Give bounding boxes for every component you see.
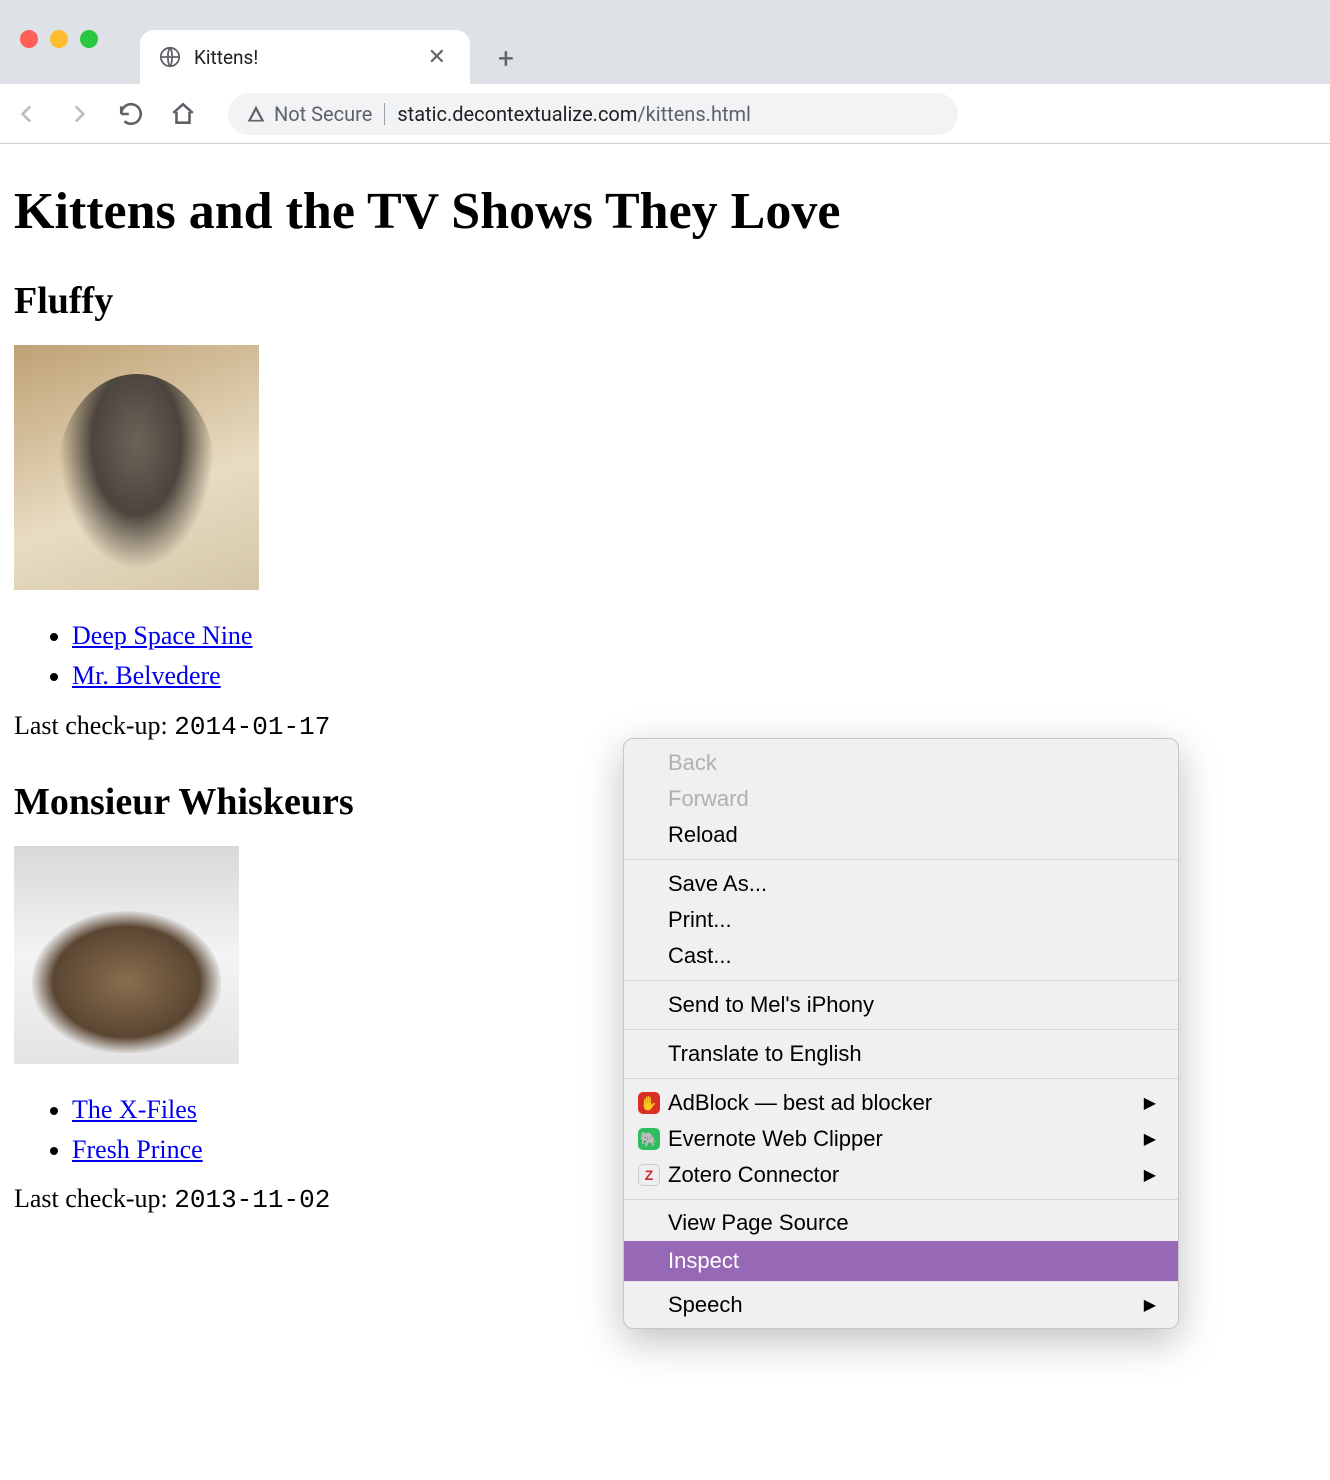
warning-icon [246, 104, 266, 124]
show-link[interactable]: The X-Files [72, 1095, 197, 1124]
forward-button[interactable] [62, 97, 96, 131]
kitten-image [14, 846, 239, 1064]
checkup-date: 2014-01-17 [174, 712, 330, 742]
chevron-right-icon: ▶ [1144, 1129, 1156, 1149]
evernote-icon: 🐘 [638, 1128, 660, 1150]
divider [384, 103, 385, 125]
context-menu-reload[interactable]: Reload [624, 817, 1178, 853]
page-title: Kittens and the TV Shows They Love [14, 182, 1316, 241]
tab-title: Kittens! [194, 46, 410, 69]
context-menu-inspect[interactable]: Inspect [624, 1241, 1178, 1281]
list-item: Mr. Belvedere [72, 656, 1316, 696]
context-menu-cast[interactable]: Cast... [624, 938, 1178, 974]
browser-toolbar: Not Secure static.decontextualize.com/ki… [0, 84, 1330, 144]
url-display: static.decontextualize.com/kittens.html [397, 102, 751, 126]
context-menu-adblock[interactable]: ✋ AdBlock — best ad blocker ▶ [624, 1085, 1178, 1121]
kitten-image [14, 345, 259, 590]
context-menu-evernote[interactable]: 🐘 Evernote Web Clipper ▶ [624, 1121, 1178, 1157]
chevron-right-icon: ▶ [1144, 1093, 1156, 1113]
chevron-right-icon: ▶ [1144, 1165, 1156, 1185]
window-close-button[interactable] [20, 30, 38, 48]
show-list: Deep Space Nine Mr. Belvedere [72, 616, 1316, 697]
context-menu-print[interactable]: Print... [624, 902, 1178, 938]
context-menu-translate[interactable]: Translate to English [624, 1036, 1178, 1072]
window-maximize-button[interactable] [80, 30, 98, 48]
show-link[interactable]: Deep Space Nine [72, 621, 252, 650]
context-menu-zotero[interactable]: Z Zotero Connector ▶ [624, 1157, 1178, 1193]
adblock-icon: ✋ [638, 1092, 660, 1114]
tab-close-button[interactable]: ✕ [422, 43, 452, 72]
kitten-heading: Fluffy [14, 279, 1316, 323]
context-menu-back[interactable]: Back [624, 745, 1178, 781]
context-menu-forward[interactable]: Forward [624, 781, 1178, 817]
checkup-line: Last check-up: 2014-01-17 [14, 711, 1316, 742]
context-menu-send-to[interactable]: Send to Mel's iPhony [624, 987, 1178, 1023]
address-bar[interactable]: Not Secure static.decontextualize.com/ki… [228, 93, 958, 135]
checkup-label: Last check-up: [14, 711, 174, 740]
zotero-icon: Z [638, 1164, 660, 1186]
reload-button[interactable] [114, 97, 148, 131]
security-label: Not Secure [274, 102, 372, 126]
window-controls [20, 30, 98, 48]
url-host: static.decontextualize.com [397, 102, 637, 126]
window-minimize-button[interactable] [50, 30, 68, 48]
context-menu-speech[interactable]: Speech ▶ [624, 1281, 1178, 1328]
show-link[interactable]: Mr. Belvedere [72, 661, 221, 690]
context-menu-view-source[interactable]: View Page Source [624, 1200, 1178, 1241]
url-path: /kittens.html [637, 102, 751, 126]
chevron-right-icon: ▶ [1144, 1295, 1156, 1315]
back-button[interactable] [10, 97, 44, 131]
list-item: Deep Space Nine [72, 616, 1316, 656]
show-link[interactable]: Fresh Prince [72, 1135, 203, 1164]
checkup-label: Last check-up: [14, 1184, 174, 1213]
browser-tab[interactable]: Kittens! ✕ [140, 30, 470, 84]
home-button[interactable] [166, 97, 200, 131]
context-menu: Back Forward Reload Save As... Print... … [623, 738, 1179, 1329]
browser-tab-strip: Kittens! ✕ + [0, 0, 1330, 84]
checkup-date: 2013-11-02 [174, 1185, 330, 1215]
context-menu-save-as[interactable]: Save As... [624, 866, 1178, 902]
security-indicator[interactable]: Not Secure [246, 102, 372, 126]
new-tab-button[interactable]: + [486, 38, 526, 78]
globe-icon [158, 45, 182, 69]
